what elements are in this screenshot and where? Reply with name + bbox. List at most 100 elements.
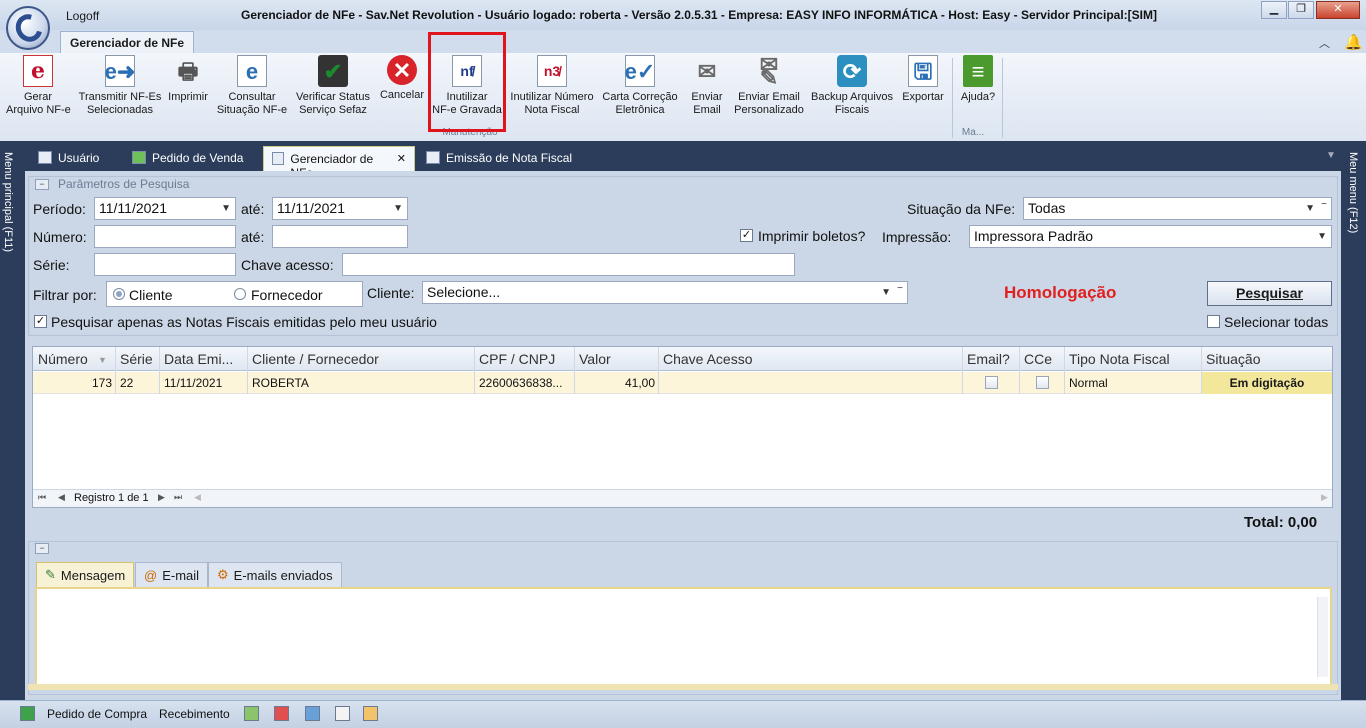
numero-ate-field[interactable] [272, 225, 408, 248]
message-textarea[interactable] [35, 587, 1332, 688]
minimize-button[interactable]: ▁ [1261, 1, 1287, 19]
col-email[interactable]: Email? [967, 351, 1010, 367]
tab-emissao-nota-fiscal[interactable]: Emissão de Nota Fiscal [418, 146, 580, 171]
inutilizar-numero-button[interactable]: n3̸ Inutilizar Número Nota Fiscal [510, 55, 594, 117]
collapse-params-icon[interactable]: − [35, 179, 49, 190]
enviar-email-button[interactable]: ✉ Enviar Email [686, 55, 728, 117]
pedido-compra-link[interactable]: Pedido de Compra [47, 707, 147, 721]
app-logo-icon[interactable] [6, 6, 50, 50]
verificar-status-button[interactable]: ✔ Verificar Status Serviço Sefaz [294, 55, 372, 117]
cce-checkbox[interactable] [1036, 376, 1049, 389]
red-report-icon[interactable] [274, 706, 289, 721]
users-icon[interactable] [363, 706, 378, 721]
recebimento-link[interactable]: Recebimento [159, 707, 230, 721]
imprimir-button[interactable]: 🖶 Imprimir [166, 55, 210, 104]
cell-serie[interactable]: 22 [120, 376, 133, 390]
tab-pedido-de-venda[interactable]: Pedido de Venda [124, 146, 251, 171]
selecionar-todas-checkbox[interactable] [1207, 315, 1220, 328]
exportar-button[interactable]: 🖫 Exportar [900, 55, 946, 104]
imprimir-boletos-label[interactable]: Imprimir boletos? [758, 228, 865, 244]
green-report-icon[interactable] [244, 706, 259, 721]
apenas-meu-usuario-label[interactable]: Pesquisar apenas as Notas Fiscais emitid… [51, 314, 437, 330]
chevron-down-icon[interactable]: ▼ [221, 203, 231, 214]
col-numero[interactable]: Número [38, 351, 88, 367]
carta-correcao-button[interactable]: e✓ Carta Correção Eletrônica [600, 55, 680, 117]
enviar-email-personalizado-button[interactable]: ✉✎ Enviar Email Personalizado [734, 54, 804, 117]
chave-acesso-field[interactable] [342, 253, 795, 276]
tab-emails-enviados[interactable]: ⚙ E-mails enviados [208, 562, 342, 587]
col-cliente[interactable]: Cliente / Fornecedor [252, 351, 379, 367]
scroll-left-icon[interactable]: ◀ [194, 492, 201, 503]
sort-down-icon[interactable]: ▼ [98, 355, 107, 365]
last-record-icon[interactable]: ⏭ [174, 492, 182, 503]
first-record-icon[interactable]: ⏮ [38, 492, 46, 503]
radio-cliente-label[interactable]: Cliente [129, 287, 173, 303]
situacao-select[interactable]: Todas ▼ − [1023, 197, 1332, 220]
ribbon-tab-gerenciador[interactable]: Gerenciador de NFe [60, 31, 195, 53]
col-situacao[interactable]: Situação [1206, 351, 1260, 367]
tab-email[interactable]: @ E-mail [135, 562, 209, 587]
logoff-link[interactable]: Logoff [66, 9, 99, 23]
cell-data[interactable]: 11/11/2021 [164, 376, 222, 390]
email-checkbox[interactable] [985, 376, 998, 389]
tab-gerenciador-nfe[interactable]: Gerenciador de NFe ✕ [263, 146, 415, 180]
add-document-icon[interactable] [305, 706, 320, 721]
col-cce[interactable]: CCe [1024, 351, 1052, 367]
collapse-message-icon[interactable]: − [35, 543, 49, 554]
cell-tipo[interactable]: Normal [1069, 376, 1108, 390]
document-icon[interactable] [335, 706, 350, 721]
serie-field[interactable] [94, 253, 236, 276]
chevron-down-icon[interactable]: ▼ [1305, 203, 1315, 214]
col-tipo[interactable]: Tipo Nota Fiscal [1069, 351, 1170, 367]
chevron-down-icon[interactable]: ▼ [393, 203, 403, 214]
radio-cliente[interactable] [113, 288, 125, 300]
tab-usuario[interactable]: Usuário [30, 146, 107, 171]
collapse-ribbon-icon[interactable]: ︿ [1319, 35, 1330, 51]
close-window-button[interactable]: ✕ [1316, 1, 1360, 19]
cancelar-button[interactable]: ✕ Cancelar [378, 55, 426, 102]
bell-icon[interactable]: 🔔 [1344, 33, 1363, 51]
maximize-button[interactable]: ❐ [1288, 1, 1314, 19]
table-row[interactable] [33, 372, 1332, 394]
tab-mensagem[interactable]: ✎ Mensagem [36, 562, 135, 587]
cell-situacao[interactable]: Em digitação [1202, 372, 1332, 394]
col-cpf[interactable]: CPF / CNPJ [479, 351, 555, 367]
purchase-order-icon[interactable] [20, 706, 35, 721]
cell-numero[interactable]: 173 [33, 376, 112, 390]
chevron-down-icon[interactable]: ▼ [881, 287, 891, 298]
numero-de-field[interactable] [94, 225, 236, 248]
cliente-select[interactable]: Selecione... ▼ − [422, 281, 908, 304]
transmitir-button[interactable]: e➜ Transmitir NF-Es Selecionadas [78, 55, 162, 117]
pesquisar-button[interactable]: Pesquisar [1207, 281, 1332, 306]
scroll-right-icon[interactable]: ▶ [1321, 492, 1328, 503]
impressao-select[interactable]: Impressora Padrão ▼ [969, 225, 1332, 248]
clear-icon[interactable]: − [1321, 199, 1327, 210]
imprimir-boletos-checkbox[interactable]: ✓ [740, 229, 753, 242]
col-chave[interactable]: Chave Acesso [663, 351, 753, 367]
apenas-meu-usuario-checkbox[interactable]: ✓ [34, 315, 47, 328]
tab-list-dropdown-icon[interactable]: ▼ [1326, 150, 1336, 161]
consultar-button[interactable]: e Consultar Situação NF-e [216, 55, 288, 117]
periodo-ate-field[interactable]: 11/11/2021 ▼ [272, 197, 408, 220]
clear-icon[interactable]: − [897, 283, 903, 294]
col-data[interactable]: Data Emi... [164, 351, 233, 367]
gerar-arquivo-button[interactable]: e Gerar Arquivo NF-e [6, 55, 71, 117]
chevron-down-icon[interactable]: ▼ [1317, 231, 1327, 242]
menu-principal-label[interactable]: Menu principal (F11) [2, 152, 14, 252]
selecionar-todas-label[interactable]: Selecionar todas [1224, 314, 1328, 330]
cell-valor[interactable]: 41,00 [575, 376, 655, 390]
radio-fornecedor[interactable] [234, 288, 246, 300]
message-scrollbar[interactable] [1317, 597, 1328, 677]
cell-cpf[interactable]: 22600636838... [479, 376, 562, 390]
periodo-de-field[interactable]: 11/11/2021 ▼ [94, 197, 236, 220]
radio-fornecedor-label[interactable]: Fornecedor [251, 287, 323, 303]
close-tab-icon[interactable]: ✕ [397, 152, 406, 171]
next-record-icon[interactable]: ▶ [158, 492, 165, 503]
backup-button[interactable]: ⟳ Backup Arquivos Fiscais [810, 55, 894, 117]
meu-menu-label[interactable]: Meu menu (F12) [1347, 152, 1359, 233]
col-valor[interactable]: Valor [579, 351, 611, 367]
prev-record-icon[interactable]: ◀ [58, 492, 65, 503]
cell-cliente[interactable]: ROBERTA [252, 376, 309, 390]
ajuda-button[interactable]: ≡ Ajuda? [956, 55, 1000, 104]
col-serie[interactable]: Série [120, 351, 153, 367]
